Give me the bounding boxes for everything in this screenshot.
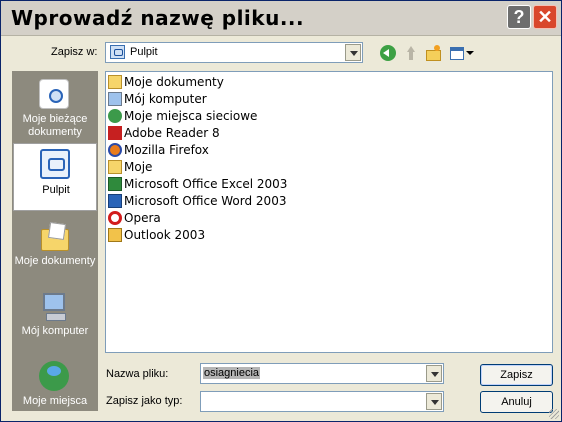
new-folder-icon[interactable] xyxy=(425,45,441,61)
my-documents-icon xyxy=(39,221,69,251)
file-list[interactable]: Moje dokumenty Mój komputer Moje miejsca… xyxy=(105,71,553,353)
file-name: Moje miejsca sieciowe xyxy=(124,109,258,123)
file-type-dropdown[interactable] xyxy=(200,391,444,412)
chevron-down-icon[interactable] xyxy=(426,365,442,382)
places-bar: Moje bieżące dokumenty Pulpit Moje dokum… xyxy=(12,71,98,411)
file-name: Adobe Reader 8 xyxy=(124,126,220,140)
up-folder-icon[interactable] xyxy=(403,45,419,61)
file-name: Microsoft Office Excel 2003 xyxy=(124,177,288,191)
window-title: Wprowadź nazwę pliku... xyxy=(11,6,305,30)
save-in-location-value: Pulpit xyxy=(130,46,158,58)
file-name: Microsoft Office Word 2003 xyxy=(124,194,287,208)
place-label: Moje dokumenty xyxy=(14,255,96,267)
network-places-icon xyxy=(108,109,122,123)
file-type-label: Zapisz jako typ: xyxy=(106,395,183,407)
folder-icon xyxy=(108,160,122,174)
file-name-value: osiagniecia xyxy=(203,367,261,379)
excel-icon xyxy=(108,177,122,191)
recent-documents-icon xyxy=(39,79,69,109)
title-bar[interactable]: Wprowadź nazwę pliku... ? ✕ xyxy=(1,1,561,36)
chevron-down-icon[interactable] xyxy=(345,44,361,61)
place-network-places[interactable]: Moje miejsca xyxy=(12,355,98,411)
place-my-computer[interactable]: Mój komputer xyxy=(12,285,98,353)
word-icon xyxy=(108,194,122,208)
place-recent-documents[interactable]: Moje bieżące dokumenty xyxy=(12,73,98,141)
close-button[interactable]: ✕ xyxy=(533,5,557,29)
firefox-icon xyxy=(108,143,122,157)
network-places-icon xyxy=(39,361,69,391)
chevron-down-icon[interactable] xyxy=(426,393,442,410)
file-name-input[interactable]: osiagniecia xyxy=(200,363,444,384)
save-in-location-dropdown[interactable]: Pulpit xyxy=(105,42,363,63)
opera-icon xyxy=(108,211,122,225)
file-name: Opera xyxy=(124,211,161,225)
place-label: Moje bieżące dokumenty xyxy=(22,113,88,138)
help-button[interactable]: ? xyxy=(507,5,531,29)
desktop-icon xyxy=(40,149,70,179)
file-name: Moje dokumenty xyxy=(124,75,224,89)
file-name-label: Nazwa pliku: xyxy=(106,368,169,380)
file-name: Mój komputer xyxy=(124,92,207,106)
place-desktop[interactable]: Pulpit xyxy=(13,143,97,211)
back-icon[interactable] xyxy=(380,45,396,61)
place-label: Mój komputer xyxy=(21,325,89,337)
save-in-label: Zapisz w: xyxy=(51,46,98,58)
place-my-documents[interactable]: Moje dokumenty xyxy=(12,215,98,283)
place-label: Moje miejsca xyxy=(22,395,88,407)
my-computer-icon xyxy=(108,92,122,106)
outlook-icon xyxy=(108,228,122,242)
save-file-dialog: Wprowadź nazwę pliku... ? ✕ Zapisz w: Pu… xyxy=(0,0,562,422)
my-computer-icon xyxy=(39,291,69,321)
save-button[interactable]: Zapisz xyxy=(480,364,553,386)
place-label: Pulpit xyxy=(42,184,70,196)
my-documents-icon xyxy=(108,75,122,89)
file-name: Moje xyxy=(124,160,153,174)
views-menu-icon[interactable] xyxy=(449,45,475,61)
file-name: Mozilla Firefox xyxy=(124,143,209,157)
cancel-button[interactable]: Anuluj xyxy=(480,391,553,413)
desktop-icon xyxy=(110,45,125,59)
adobe-reader-icon xyxy=(108,126,122,140)
file-name: Outlook 2003 xyxy=(124,228,206,242)
resize-grip-icon[interactable] xyxy=(549,409,559,419)
